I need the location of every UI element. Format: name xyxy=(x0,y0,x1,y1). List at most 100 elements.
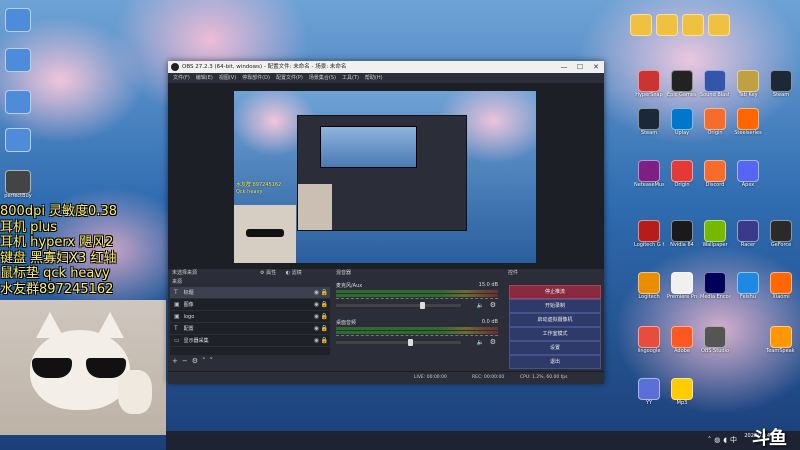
desktop-app-icon[interactable]: Racer xyxy=(733,220,763,248)
settings-button[interactable]: 设置 xyxy=(509,341,601,355)
cat-paw xyxy=(118,370,152,414)
filters-tab[interactable]: 滤镜 xyxy=(292,270,302,276)
start-virtual-camera-button[interactable]: 启动虚拟摄像机 xyxy=(509,313,601,327)
obs-preview-area[interactable]: 水友群 897245162 Qck heavy xyxy=(168,83,604,269)
lock-icon[interactable]: 🔒 xyxy=(321,311,328,322)
control-panel-icon[interactable] xyxy=(5,90,31,114)
eye-icon[interactable]: ◉ xyxy=(314,311,319,322)
menu-profile[interactable]: 配置文件(P) xyxy=(276,73,303,83)
gear-icon[interactable]: ⚙ xyxy=(490,338,496,346)
desktop-app-icon[interactable]: Discord xyxy=(700,160,730,188)
desktop-app-icon[interactable]: HyperSnap xyxy=(634,70,664,98)
desktop-app-icon[interactable]: TeamSpeak 3 xyxy=(766,326,796,354)
desktop-app-icon[interactable]: Epic Games Launcher xyxy=(667,70,697,98)
volume-slider-knob[interactable] xyxy=(408,339,413,346)
desktop-app-icon[interactable]: Feishu xyxy=(733,272,763,300)
desktop-app-icon[interactable]: Steam xyxy=(634,108,664,136)
lock-icon[interactable]: 🔒 xyxy=(321,299,328,310)
move-up-icon[interactable]: ˄ xyxy=(202,357,210,365)
desktop-app-icon[interactable]: OBS Studio xyxy=(700,326,730,354)
exit-button[interactable]: 退出 xyxy=(509,355,601,369)
desktop-app-icon[interactable]: GeForce xyxy=(766,220,796,248)
volume-slider-knob[interactable] xyxy=(420,302,425,309)
desktop-app-icon[interactable]: Origin xyxy=(700,108,730,136)
source-row[interactable]: ▣ logo ◉ 🔒 xyxy=(170,311,330,323)
eye-icon[interactable]: ◉ xyxy=(314,287,319,298)
menu-help[interactable]: 帮助(H) xyxy=(365,73,383,83)
app-icon-label: Uplay xyxy=(674,130,690,136)
desktop-app-icon[interactable]: Adobe xyxy=(667,326,697,354)
preview-canvas[interactable]: 水友群 897245162 Qck heavy xyxy=(234,91,536,263)
menu-file[interactable]: 文件(F) xyxy=(173,73,190,83)
volume-tray-icon[interactable]: ◖ xyxy=(723,436,730,444)
network-icon[interactable] xyxy=(5,128,31,152)
menu-view[interactable]: 视图(V) xyxy=(219,73,236,83)
remove-source-icon[interactable]: − xyxy=(182,357,192,365)
filter-icon[interactable]: ◐ xyxy=(286,270,290,276)
menu-scene-collection[interactable]: 场景集合(S) xyxy=(309,73,336,83)
gear-icon[interactable]: ⚙ xyxy=(260,270,264,276)
studio-mode-button[interactable]: 工作室模式 xyxy=(509,327,601,341)
speaker-icon[interactable]: 🔈 xyxy=(477,302,484,309)
lock-icon[interactable]: 🔒 xyxy=(321,335,328,346)
desktop-app-icon[interactable]: NeteaseMusic xyxy=(634,160,664,188)
ime-icon[interactable]: 中 xyxy=(730,436,740,444)
desktop-app-icon[interactable]: Uplay xyxy=(667,108,697,136)
gear-icon[interactable]: ⚙ xyxy=(490,301,496,309)
lock-icon[interactable]: 🔒 xyxy=(321,323,328,334)
desktop-app-icon[interactable]: YY xyxy=(634,378,664,406)
add-source-icon[interactable]: + xyxy=(172,357,182,365)
desktop-app-icon[interactable]: Origin xyxy=(667,160,697,188)
properties-tab[interactable]: 属性 xyxy=(266,270,276,276)
desktop-app-icon[interactable]: Tab Key xyxy=(733,70,763,98)
desktop-app-icon[interactable]: Media Encoder xyxy=(700,272,730,300)
obs-logo-icon xyxy=(171,63,179,71)
source-settings-icon[interactable]: ⚙ xyxy=(192,357,202,365)
app-icon-label: Steelseries xyxy=(734,130,762,136)
source-row[interactable]: T 标题 ◉ 🔒 xyxy=(170,287,330,299)
app-icon-label: Origin xyxy=(674,182,690,188)
desktop-app-icon[interactable]: Wallpaper xyxy=(700,220,730,248)
app-icon-label: Discord xyxy=(705,182,725,188)
lock-icon[interactable]: 🔒 xyxy=(321,287,328,298)
start-recording-button[interactable]: 开始录制 xyxy=(509,299,601,313)
menu-tools[interactable]: 工具(T) xyxy=(342,73,359,83)
move-down-icon[interactable]: ˅ xyxy=(210,357,218,365)
desktop-folder-icon[interactable] xyxy=(704,14,734,36)
recycle-bin-icon[interactable] xyxy=(5,48,31,72)
desktop-app-icon[interactable]: Steelseries xyxy=(733,108,763,136)
volume-slider[interactable] xyxy=(336,339,461,346)
desktop-app-icon[interactable]: lingoogle xyxy=(634,326,664,354)
menu-docks[interactable]: 停靠部件(D) xyxy=(242,73,270,83)
desktop-app-icon[interactable]: Premiere Pro xyxy=(667,272,697,300)
source-row[interactable]: ▣ 图像 ◉ 🔒 xyxy=(170,299,330,311)
mixer-header: 混音器 xyxy=(332,269,504,278)
desktop-app-icon[interactable]: Apex xyxy=(733,160,763,188)
eye-icon[interactable]: ◉ xyxy=(314,299,319,310)
eye-icon[interactable]: ◉ xyxy=(314,323,319,334)
source-row[interactable]: T 配置 ◉ 🔒 xyxy=(170,323,330,335)
eye-icon[interactable]: ◉ xyxy=(314,335,319,346)
obs-statusbar: LIVE: 00:00:00 REC: 00:00:00 CPU: 1.2%, … xyxy=(168,371,604,384)
volume-slider[interactable] xyxy=(336,302,461,309)
desktop-app-icon[interactable]: Logitech G HUB xyxy=(634,220,664,248)
desktop-app-icon[interactable]: Logitech xyxy=(634,272,664,300)
network-tray-icon[interactable]: ◍ xyxy=(714,436,723,444)
maximize-icon[interactable]: ☐ xyxy=(572,61,588,73)
app-icon-label: Apex xyxy=(741,182,755,188)
stream-overlay-text: 800dpi 灵敏度0.38 耳机 plus 耳机 hyperx 飓风2 键盘 … xyxy=(0,204,170,297)
minimize-icon[interactable]: — xyxy=(556,61,572,73)
overlay-line-keyboard: 键盘 黑寡妇X3 红轴 xyxy=(0,250,117,266)
desktop-app-icon[interactable]: Sound Blaster xyxy=(700,70,730,98)
computer-icon[interactable] xyxy=(5,8,31,32)
desktop-app-icon[interactable]: Mp3 xyxy=(667,378,697,406)
close-icon[interactable]: ✕ xyxy=(588,61,604,73)
speaker-icon[interactable]: 🔈 xyxy=(477,339,484,346)
stop-streaming-button[interactable]: 停止推流 xyxy=(509,285,601,299)
perfectbuy-icon[interactable] xyxy=(5,170,31,194)
source-row[interactable]: ▭ 显示器采集 ◉ 🔒 xyxy=(170,335,330,347)
desktop-app-icon[interactable]: Steam xyxy=(766,70,796,98)
desktop-app-icon[interactable]: Xiaomi xyxy=(766,272,796,300)
menu-edit[interactable]: 编辑(E) xyxy=(196,73,213,83)
desktop-app-icon[interactable]: Nvidia 64 xyxy=(667,220,697,248)
